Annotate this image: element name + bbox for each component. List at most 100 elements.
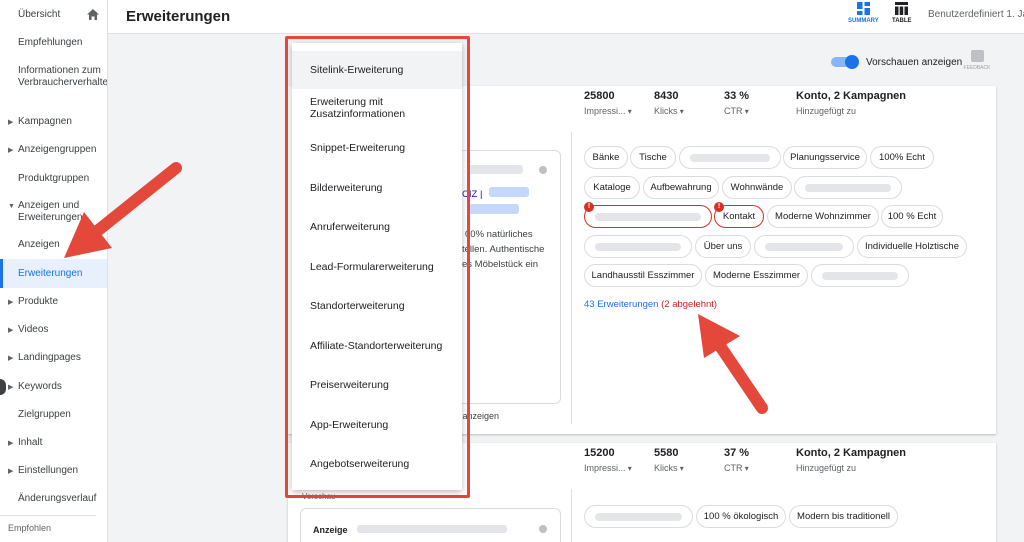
- extension-chip[interactable]: Wohnwände: [722, 176, 792, 199]
- extension-chip[interactable]: [584, 505, 693, 528]
- card-divider: [571, 489, 572, 542]
- stat-clicks[interactable]: 8430 Klicks: [654, 90, 684, 116]
- sidebar-item-keywords[interactable]: ▶ Keywords: [0, 381, 107, 393]
- triangle-right-icon: ▶: [8, 355, 14, 362]
- stat-clicks[interactable]: 5580 Klicks: [654, 447, 684, 473]
- table-view-button[interactable]: TABLE: [892, 2, 912, 24]
- extension-chip[interactable]: [794, 176, 902, 199]
- extension-chip[interactable]: Modern bis traditionell: [789, 505, 898, 528]
- extension-chip[interactable]: [584, 235, 692, 258]
- menu-item-lead-form[interactable]: Lead-Formularerweiterung: [292, 261, 462, 273]
- triangle-right-icon: ▶: [8, 327, 14, 334]
- sidebar-item-label: Empfehlungen: [18, 37, 83, 48]
- menu-item-location[interactable]: Standorterweiterung: [292, 300, 462, 312]
- menu-item-app[interactable]: App-Erweiterung: [292, 419, 462, 431]
- menu-item-promotion[interactable]: Angebotserweiterung: [292, 458, 462, 470]
- extension-chip[interactable]: 100 % Echt: [881, 205, 943, 228]
- preview-toggle-label: Vorschauen anzeigen: [866, 57, 963, 68]
- extension-chip[interactable]: Landhausstil Esszimmer: [584, 264, 702, 287]
- summary-view-button[interactable]: SUMMARY: [848, 2, 879, 24]
- sidebar-item-ads[interactable]: Anzeigen: [0, 239, 107, 251]
- table-icon: [895, 2, 909, 15]
- stat-value: 37 %: [724, 447, 750, 459]
- sidebar-item-label: Landingpages: [18, 352, 81, 363]
- extension-chip[interactable]: [679, 146, 781, 169]
- triangle-down-icon: ▼: [8, 203, 15, 210]
- sidebar-item-audiences[interactable]: Zielgruppen: [0, 409, 107, 421]
- stat-value: 5580: [654, 447, 679, 459]
- sidebar-item-ads-extensions[interactable]: ▼ Anzeigen und Erweiterungen: [0, 200, 100, 224]
- preview-description: tellen. Authentische: [462, 244, 545, 255]
- extension-chip-rejected[interactable]: [584, 205, 712, 228]
- extensions-count-link[interactable]: 43 Erweiterungen (2 abgelehnt): [584, 299, 717, 310]
- info-icon[interactable]: [539, 166, 547, 174]
- extension-chip[interactable]: Kataloge: [584, 176, 640, 199]
- sidebar-item-label: Erweiterungen: [18, 268, 83, 279]
- sidebar-item-videos[interactable]: ▶ Videos: [0, 324, 107, 336]
- sidebar-item-productgroups[interactable]: Produktgruppen: [0, 173, 107, 185]
- sidebar-item-label: Anzeigen und Erweiterungen: [18, 200, 83, 223]
- stat-label: Impressi...: [584, 106, 632, 116]
- blurred-text: [469, 165, 523, 174]
- extension-chip[interactable]: Aufbewahrung: [643, 176, 719, 199]
- ad-label: Anzeige: [313, 525, 348, 535]
- menu-item-image[interactable]: Bilderweiterung: [292, 182, 462, 194]
- stat-label: Hinzugefügt zu: [796, 106, 857, 116]
- sidebar-item-products[interactable]: ▶ Produkte: [0, 296, 107, 308]
- sidebar-nav: Übersicht Empfehlungen Informationen zum…: [0, 0, 108, 542]
- page-title: Erweiterungen: [126, 8, 231, 25]
- page-header: Erweiterungen SUMMARY TABLE Benutzerdefi…: [108, 0, 1024, 34]
- summary-label: SUMMARY: [848, 18, 879, 24]
- sidebar-item-insights[interactable]: Informationen zum Verbraucherverhalten: [0, 65, 107, 89]
- stat-label: Impressi...: [584, 463, 632, 473]
- feedback-button[interactable]: FEEDBACK: [962, 50, 992, 71]
- extension-chip[interactable]: Moderne Esszimmer: [705, 264, 808, 287]
- summary-grid-icon: [856, 2, 870, 15]
- date-range-selector[interactable]: Benutzerdefiniert 1. Ja: [928, 9, 1024, 20]
- blurred-link: [489, 187, 529, 197]
- menu-item-callout[interactable]: Erweiterung mit Zusatzinformationen: [292, 96, 462, 120]
- extension-chip[interactable]: 100 % ökologisch: [696, 505, 786, 528]
- blurred-text: [357, 525, 507, 533]
- stat-ctr[interactable]: 37 % CTR: [724, 447, 749, 473]
- extension-chip[interactable]: Moderne Wohnzimmer: [767, 205, 879, 228]
- rejected-count: (2 abgelehnt): [661, 299, 718, 310]
- menu-item-call[interactable]: Anruferweiterung: [292, 221, 462, 233]
- preview-description: 00% natürliches: [465, 229, 533, 240]
- stat-ctr[interactable]: 33 % CTR: [724, 90, 749, 116]
- stat-label: Klicks: [654, 106, 684, 116]
- sidebar-item-label: Änderungsverlauf: [18, 493, 97, 504]
- sidebar-item-campaigns[interactable]: ▶ Kampagnen: [0, 116, 107, 128]
- sidebar-item-recommendations[interactable]: Empfehlungen: [0, 37, 107, 49]
- stat-impressions[interactable]: 15200 Impressi...: [584, 447, 632, 473]
- sidebar-item-settings[interactable]: ▶ Einstellungen: [0, 465, 107, 477]
- sidebar-item-label: Anzeigen: [18, 239, 60, 250]
- sidebar-item-label: Keywords: [18, 381, 62, 392]
- sidebar-item-content[interactable]: ▶ Inhalt: [0, 437, 107, 449]
- extension-chip[interactable]: Über uns: [695, 235, 751, 258]
- extension-chip[interactable]: [811, 264, 909, 287]
- preview-toggle[interactable]: [831, 55, 859, 69]
- extension-chip[interactable]: Tische: [630, 146, 676, 169]
- sidebar-item-landingpages[interactable]: ▶ Landingpages: [0, 352, 107, 364]
- menu-item-price[interactable]: Preiserweiterung: [292, 379, 462, 391]
- extension-chip[interactable]: Bänke: [584, 146, 628, 169]
- menu-item-snippet[interactable]: Snippet-Erweiterung: [292, 142, 462, 154]
- extension-chip[interactable]: Individuelle Holztische: [857, 235, 967, 258]
- sidebar-item-adgroups[interactable]: ▶ Anzeigengruppen: [0, 144, 107, 156]
- extension-chip[interactable]: 100% Echt: [870, 146, 934, 169]
- home-icon[interactable]: [87, 9, 99, 20]
- stat-impressions[interactable]: 25800 Impressi...: [584, 90, 632, 116]
- sidebar-item-label: Informationen zum Verbraucherverhalten: [18, 65, 108, 88]
- error-icon: !: [714, 202, 724, 212]
- stat-value: 15200: [584, 447, 615, 459]
- extension-chip[interactable]: [754, 235, 854, 258]
- error-icon: !: [584, 202, 594, 212]
- triangle-right-icon: ▶: [8, 468, 14, 475]
- info-icon[interactable]: [539, 525, 547, 533]
- menu-item-sitelink[interactable]: Sitelink-Erweiterung: [292, 51, 462, 89]
- sidebar-item-changehistory[interactable]: Änderungsverlauf: [0, 493, 107, 505]
- menu-item-affiliate-location[interactable]: Affiliate-Standorterweiterung: [292, 340, 462, 352]
- sidebar-item-extensions[interactable]: Erweiterungen: [0, 259, 107, 288]
- extension-chip[interactable]: Planungsservice: [783, 146, 867, 169]
